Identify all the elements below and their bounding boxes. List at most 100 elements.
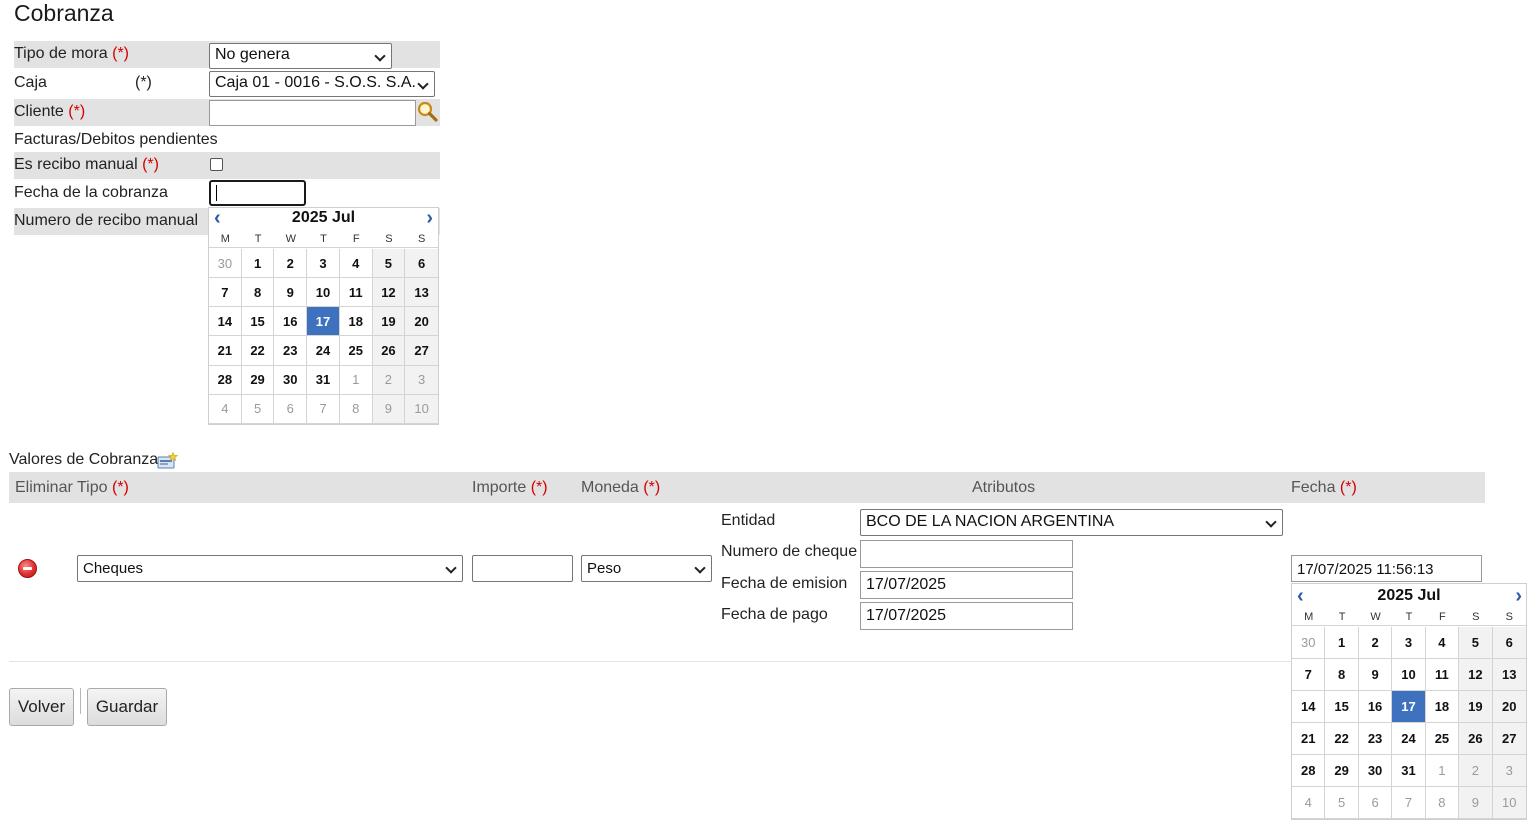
tipo-select[interactable]: Cheques	[77, 555, 463, 582]
calendar-day-selected[interactable]: 17	[1392, 691, 1426, 723]
calendar-day[interactable]: 8	[241, 278, 275, 308]
calendar-day[interactable]: 11	[339, 278, 373, 308]
calendar-day[interactable]: 13	[405, 278, 438, 308]
calendar-day[interactable]: 8	[1325, 659, 1359, 691]
calendar-day[interactable]: 16	[1358, 691, 1393, 723]
calendar-day[interactable]: 3	[405, 365, 438, 395]
numero-cheque-input[interactable]	[860, 540, 1073, 568]
calendar-day[interactable]: 3	[307, 249, 340, 279]
calendar-day[interactable]: 16	[274, 307, 308, 337]
calendar-day[interactable]: 24	[307, 336, 340, 366]
cliente-input[interactable]	[209, 100, 416, 126]
calendar-day[interactable]: 6	[274, 394, 308, 424]
calendar-day[interactable]: 1	[1425, 755, 1460, 787]
fecha-datetime-input[interactable]: 17/07/2025 11:56:13	[1291, 555, 1482, 582]
remove-row-icon[interactable]	[18, 559, 37, 578]
calendar-day[interactable]: 26	[1459, 723, 1493, 755]
entidad-select[interactable]: BCO DE LA NACION ARGENTINA	[860, 509, 1283, 536]
calendar-day[interactable]: 20	[405, 307, 438, 337]
fecha-pago-input[interactable]: 17/07/2025	[860, 602, 1073, 630]
calendar-day[interactable]: 18	[339, 307, 373, 337]
calendar-day[interactable]: 31	[1392, 755, 1426, 787]
calendar-day[interactable]: 27	[1492, 723, 1526, 755]
calendar-day[interactable]: 10	[1492, 787, 1526, 819]
calendar-day-selected[interactable]: 17	[307, 307, 340, 337]
calendar-day[interactable]: 9	[274, 278, 308, 308]
calendar-day[interactable]: 20	[1492, 691, 1526, 723]
calendar-day[interactable]: 5	[241, 394, 275, 424]
calendar-day[interactable]: 2	[274, 249, 308, 279]
calendar-day[interactable]: 8	[1425, 787, 1460, 819]
calendar-day[interactable]: 21	[1292, 723, 1326, 755]
calendar-day[interactable]: 15	[1325, 691, 1359, 723]
calendar-day[interactable]: 7	[1392, 787, 1426, 819]
calendar-day[interactable]: 19	[1459, 691, 1493, 723]
calendar-day[interactable]: 6	[1492, 627, 1526, 659]
calendar-day[interactable]: 30	[209, 249, 242, 279]
calendar-day[interactable]: 4	[1425, 627, 1460, 659]
calendar-day[interactable]: 13	[1492, 659, 1526, 691]
guardar-button[interactable]: Guardar	[87, 688, 167, 726]
fecha-emision-input[interactable]: 17/07/2025	[860, 571, 1073, 599]
calendar-day[interactable]: 9	[372, 394, 406, 424]
calendar-day[interactable]: 8	[339, 394, 373, 424]
calendar-day[interactable]: 5	[1325, 787, 1359, 819]
calendar-day[interactable]: 10	[1392, 659, 1426, 691]
calendar-day[interactable]: 29	[1325, 755, 1359, 787]
calendar-day[interactable]: 28	[1292, 755, 1326, 787]
moneda-select[interactable]: Peso	[581, 555, 712, 582]
calendar-day[interactable]: 7	[209, 278, 242, 308]
calendar-day[interactable]: 12	[372, 278, 406, 308]
calendar-day[interactable]: 2	[372, 365, 406, 395]
calendar-day[interactable]: 3	[1392, 627, 1426, 659]
calendar-day[interactable]: 25	[1425, 723, 1460, 755]
fecha-cobranza-input[interactable]	[209, 180, 306, 206]
calendar-day[interactable]: 22	[1325, 723, 1359, 755]
calendar-day[interactable]: 19	[372, 307, 406, 337]
add-row-icon[interactable]	[157, 452, 178, 469]
calendar-day[interactable]: 6	[1358, 787, 1393, 819]
calendar-day[interactable]: 3	[1492, 755, 1526, 787]
calendar-day[interactable]: 28	[209, 365, 242, 395]
calendar-day[interactable]: 4	[209, 394, 242, 424]
calendar-day[interactable]: 2	[1358, 627, 1393, 659]
calendar-day[interactable]: 10	[405, 394, 438, 424]
calendar-day[interactable]: 18	[1425, 691, 1460, 723]
importe-input[interactable]	[472, 555, 573, 582]
calendar-day[interactable]: 30	[1292, 627, 1326, 659]
calendar-day[interactable]: 26	[372, 336, 406, 366]
calendar-day[interactable]: 1	[241, 249, 275, 279]
calendar-day[interactable]: 27	[405, 336, 438, 366]
calendar-day[interactable]: 14	[1292, 691, 1326, 723]
calendar-day[interactable]: 30	[1358, 755, 1393, 787]
tipo-mora-select[interactable]: No genera	[209, 43, 392, 69]
calendar-day[interactable]: 2	[1459, 755, 1493, 787]
calendar-day[interactable]: 30	[274, 365, 308, 395]
search-icon[interactable]	[417, 101, 438, 122]
calendar-day[interactable]: 9	[1358, 659, 1393, 691]
volver-button[interactable]: Volver	[9, 688, 74, 726]
calendar-day[interactable]: 25	[339, 336, 373, 366]
calendar-day[interactable]: 11	[1425, 659, 1460, 691]
calendar-day[interactable]: 5	[372, 249, 406, 279]
calendar-day[interactable]: 29	[241, 365, 275, 395]
caja-select[interactable]: Caja 01 - 0016 - S.O.S. S.A.	[209, 71, 435, 97]
calendar-day[interactable]: 15	[241, 307, 275, 337]
next-month-button[interactable]: ›	[426, 207, 433, 230]
calendar-day[interactable]: 4	[1292, 787, 1326, 819]
next-month-button[interactable]: ›	[1515, 585, 1522, 608]
calendar-day[interactable]: 22	[241, 336, 275, 366]
calendar-day[interactable]: 24	[1392, 723, 1426, 755]
calendar-day[interactable]: 7	[1292, 659, 1326, 691]
calendar-day[interactable]: 31	[307, 365, 340, 395]
calendar-day[interactable]: 10	[307, 278, 340, 308]
calendar-day[interactable]: 21	[209, 336, 242, 366]
recibo-manual-checkbox[interactable]	[210, 158, 223, 171]
calendar-day[interactable]: 9	[1459, 787, 1493, 819]
calendar-day[interactable]: 4	[339, 249, 373, 279]
calendar-day[interactable]: 1	[339, 365, 373, 395]
calendar-day[interactable]: 23	[1358, 723, 1393, 755]
calendar-day[interactable]: 6	[405, 249, 438, 279]
calendar-day[interactable]: 1	[1325, 627, 1359, 659]
calendar-day[interactable]: 7	[307, 394, 340, 424]
